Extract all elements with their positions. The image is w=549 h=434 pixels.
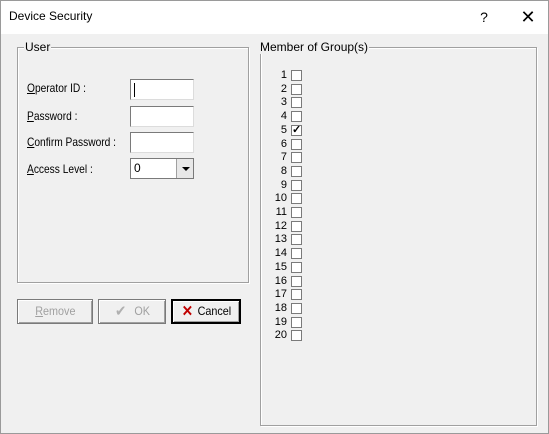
group-number: 1 bbox=[280, 69, 287, 81]
password-label: Password : bbox=[27, 109, 77, 123]
group-checkbox[interactable] bbox=[291, 330, 302, 342]
confirm-password-label: Confirm Password : bbox=[27, 135, 116, 149]
group-checkbox[interactable] bbox=[291, 123, 302, 136]
groups-legend: Member of Group(s) bbox=[259, 40, 370, 54]
cancel-label: Cancel bbox=[197, 304, 231, 318]
group-checkbox[interactable] bbox=[291, 138, 302, 150]
device-security-dialog: Device Security ? ✕ User Operator ID : P… bbox=[0, 0, 549, 434]
ok-label: OK bbox=[133, 304, 150, 318]
group-number: 6 bbox=[280, 137, 287, 150]
group-number: 16 bbox=[274, 274, 287, 287]
group-number: 17 bbox=[274, 288, 287, 301]
access-level-label: Access Level : bbox=[27, 162, 93, 176]
group-number: 12 bbox=[274, 219, 287, 232]
help-button[interactable]: ? bbox=[469, 4, 499, 30]
window-title: Device Security bbox=[9, 9, 93, 23]
group-number: 9 bbox=[280, 178, 287, 191]
access-level-value: 0 bbox=[134, 161, 141, 175]
group-checkbox[interactable] bbox=[291, 111, 302, 123]
group-checkbox[interactable] bbox=[291, 275, 302, 287]
access-level-label-text: ccess Level : bbox=[33, 162, 93, 176]
confirm-password-field[interactable] bbox=[130, 132, 194, 153]
group-number: 4 bbox=[280, 110, 287, 123]
group-checkbox[interactable] bbox=[291, 193, 302, 205]
group-checkbox[interactable] bbox=[291, 289, 302, 301]
group-checkbox[interactable] bbox=[291, 97, 302, 109]
group-number: 5 bbox=[280, 123, 287, 136]
password-field[interactable] bbox=[130, 106, 194, 127]
group-checkbox[interactable] bbox=[291, 261, 302, 273]
group-checkbox[interactable] bbox=[291, 152, 302, 164]
group-checkbox[interactable] bbox=[291, 248, 302, 260]
group-number: 18 bbox=[274, 301, 287, 314]
access-level-select[interactable]: 0 bbox=[130, 158, 194, 179]
group-number: 10 bbox=[274, 192, 287, 205]
group-checkbox[interactable] bbox=[291, 165, 302, 177]
cancel-button[interactable]: ✕ Cancel bbox=[171, 299, 241, 324]
x-icon: ✕ bbox=[181, 303, 193, 321]
password-label-text: assword : bbox=[33, 109, 78, 123]
operator-id-label: Operator ID : bbox=[27, 81, 86, 95]
groups-groupbox: Member of Group(s) 123456789101112131415… bbox=[259, 40, 537, 426]
operator-id-label-text: perator ID : bbox=[34, 81, 86, 95]
check-icon: ✔ bbox=[114, 303, 126, 321]
close-button[interactable]: ✕ bbox=[511, 4, 545, 30]
title-bar[interactable]: Device Security ? ✕ bbox=[1, 1, 548, 34]
group-checkbox[interactable] bbox=[291, 220, 302, 232]
group-list: 1234567891011121314151617181920 bbox=[261, 69, 321, 409]
group-number: 3 bbox=[280, 96, 287, 109]
group-number: 7 bbox=[280, 151, 287, 164]
ok-button[interactable]: ✔ OK bbox=[98, 299, 166, 324]
group-checkbox[interactable] bbox=[291, 70, 302, 81]
operator-id-field[interactable] bbox=[130, 79, 194, 100]
confirm-password-label-text: onfirm Password : bbox=[34, 135, 116, 149]
group-checkbox[interactable] bbox=[291, 179, 302, 191]
group-checkbox[interactable] bbox=[291, 83, 302, 95]
group-number: 15 bbox=[274, 260, 287, 273]
group-checkbox[interactable] bbox=[291, 302, 302, 314]
group-checkbox[interactable] bbox=[291, 316, 302, 328]
remove-button[interactable]: Remove bbox=[17, 299, 93, 324]
chevron-down-icon[interactable] bbox=[176, 159, 193, 178]
group-number: 14 bbox=[274, 247, 287, 260]
text-caret bbox=[134, 83, 135, 97]
group-number: 20 bbox=[274, 329, 287, 342]
group-number: 19 bbox=[274, 315, 287, 328]
remove-label: emove bbox=[42, 304, 76, 318]
confirm-password-accesskey: C bbox=[27, 135, 35, 149]
remove-accesskey: R bbox=[34, 304, 43, 318]
group-number: 11 bbox=[275, 206, 287, 218]
group-checkbox[interactable] bbox=[291, 234, 302, 246]
group-number: 2 bbox=[280, 82, 287, 95]
group-number: 8 bbox=[280, 164, 287, 177]
user-legend: User bbox=[24, 40, 52, 54]
password-accesskey: P bbox=[27, 109, 34, 123]
group-number: 13 bbox=[274, 233, 287, 246]
group-checkbox[interactable] bbox=[291, 207, 302, 218]
access-level-accesskey: A bbox=[27, 162, 34, 176]
